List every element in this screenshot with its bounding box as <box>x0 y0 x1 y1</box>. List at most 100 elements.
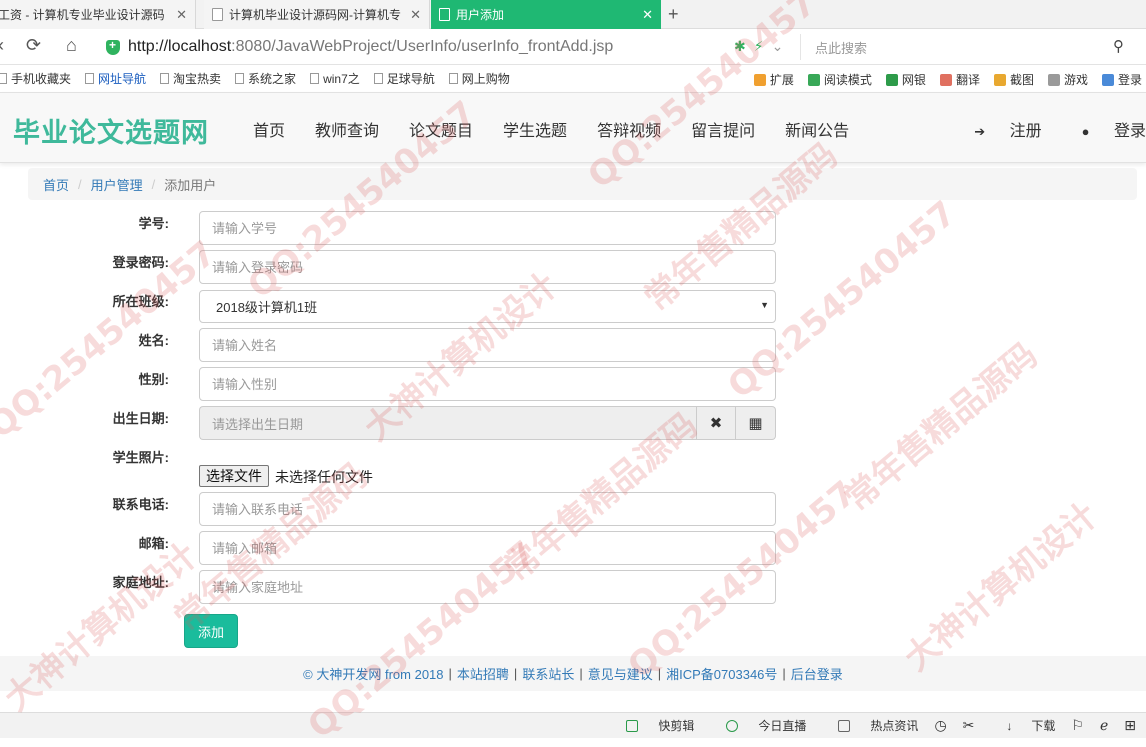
clear-date-button[interactable]: ✖ <box>696 406 736 440</box>
bookmark-item[interactable]: 网址导航 <box>85 70 146 87</box>
footer-icp[interactable]: 湘ICP备0703346号 <box>666 664 777 683</box>
nav-account: ➔ 注册 ● 登录 <box>934 117 1146 141</box>
tab-title: 计算机毕业设计源码网-计算机专 <box>229 8 401 22</box>
site-brand[interactable]: 毕业论文选题网 <box>13 111 209 150</box>
class-select[interactable]: 2018级计算机1班 ▼ <box>199 290 776 323</box>
zoom-icon[interactable]: ⊞ <box>1124 717 1136 734</box>
browser-tab[interactable]: 工资 - 计算机专业毕业设计源码 ✕ <box>0 0 196 29</box>
flag-icon[interactable]: ⚐ <box>1071 717 1084 734</box>
login-link[interactable]: ● 登录 <box>1062 117 1146 141</box>
menu-item-selection[interactable]: 学生选题 <box>503 117 567 141</box>
close-icon[interactable]: ✕ <box>170 7 187 23</box>
home-icon[interactable]: ⌂ <box>66 35 77 56</box>
choose-file-button[interactable]: 选择文件 <box>199 465 269 487</box>
menu-item-topics[interactable]: 论文题目 <box>409 117 473 141</box>
search-icon[interactable]: ⚲ <box>1113 37 1124 55</box>
phone-input[interactable] <box>199 492 776 526</box>
refresh-icon[interactable]: ⟳ <box>26 35 41 56</box>
live-button[interactable]: 今日直播 <box>710 717 806 734</box>
new-tab-icon[interactable]: + <box>668 4 679 25</box>
screenshot-button[interactable]: 截图 <box>993 71 1034 88</box>
breadcrumb: 首页 / 用户管理 / 添加用户 <box>28 168 1137 200</box>
history-icon[interactable]: ◷ <box>934 717 946 734</box>
footer-link-admin[interactable]: 后台登录 <box>791 664 843 683</box>
security-shield-icon <box>106 38 120 55</box>
settings-icon[interactable]: ✂ <box>963 717 975 734</box>
url-field[interactable]: http://localhost:8080/JavaWebProject/Use… <box>106 34 806 60</box>
browser-tab-active[interactable]: 用户添加 ✕ <box>431 0 661 29</box>
menu-item-news[interactable]: 新闻公告 <box>785 117 849 141</box>
name-input[interactable] <box>199 328 776 362</box>
menu-item-messages[interactable]: 留言提问 <box>691 117 755 141</box>
download-icon: ↓ <box>1006 718 1013 733</box>
address-bar: ‹ ⟳ ⌂ http://localhost:8080/JavaWebProje… <box>0 29 1146 65</box>
watermark-text: 常年售精品源码 <box>837 335 1046 519</box>
password-label: 登录密码: <box>112 255 169 270</box>
browser-tab-bar: 工资 - 计算机专业毕业设计源码 ✕ 计算机毕业设计源码网-计算机专 ✕ 用户添… <box>0 0 1146 29</box>
page-icon <box>212 8 223 21</box>
quick-clip-button[interactable]: 快剪辑 <box>610 717 694 734</box>
extensions-button[interactable]: 扩展 <box>753 71 794 88</box>
address-label: 家庭地址: <box>112 575 169 590</box>
site-footer: © 大神开发网 from 2018 | 本站招聘 | 联系站长 | 意见与建议 | 湘I… <box>0 656 1146 691</box>
bookmark-icon <box>373 73 383 84</box>
add-button[interactable]: 添加 <box>184 614 238 648</box>
class-selected-value: 2018级计算机1班 <box>216 300 318 315</box>
bank-button[interactable]: 网银 <box>885 71 926 88</box>
gender-input[interactable] <box>199 367 776 401</box>
student-no-input[interactable] <box>199 211 776 245</box>
browser-login-button[interactable]: 登录 <box>1101 71 1142 88</box>
footer-link-contact[interactable]: 联系站长 <box>522 664 574 683</box>
reading-mode-button[interactable]: 阅读模式 <box>807 71 872 88</box>
ie-icon[interactable]: ℯ <box>1100 717 1108 734</box>
breadcrumb-separator: / <box>151 176 156 192</box>
tab-title: 工资 - 计算机专业毕业设计源码 <box>0 8 165 22</box>
close-icon[interactable]: ✕ <box>404 7 421 23</box>
bookmark-item[interactable]: 足球导航 <box>373 70 435 87</box>
search-input[interactable]: 点此搜索 ⚲ <box>800 34 1130 60</box>
footer-link-feedback[interactable]: 意见与建议 <box>588 664 653 683</box>
bookmark-item[interactable]: win7之 <box>310 70 360 87</box>
scissors-icon <box>993 73 1006 86</box>
sign-in-icon: ➔ <box>974 124 986 139</box>
register-link[interactable]: ➔ 注册 <box>954 117 1041 141</box>
menu-item-teachers[interactable]: 教师查询 <box>315 117 379 141</box>
email-input[interactable] <box>199 531 776 565</box>
close-icon[interactable]: ✕ <box>636 7 653 23</box>
bookmark-item[interactable]: 网上购物 <box>448 70 510 87</box>
password-input[interactable] <box>199 250 776 284</box>
breadcrumb-separator: / <box>78 176 82 192</box>
download-button[interactable]: ↓ 下载 <box>990 717 1055 734</box>
breadcrumb-section[interactable]: 用户管理 <box>91 175 143 194</box>
breadcrumb-home[interactable]: 首页 <box>43 175 69 194</box>
lightning-icon[interactable]: ⚡ <box>754 38 764 55</box>
bank-icon <box>885 73 898 86</box>
hot-news-button[interactable]: 热点资讯 <box>822 717 918 734</box>
video-icon <box>626 719 639 732</box>
url-actions: ✱ ⚡ ⌄ <box>734 38 783 55</box>
dropdown-caret-icon: ▼ <box>760 300 769 310</box>
back-icon[interactable]: ‹ <box>0 35 4 56</box>
menu-item-videos[interactable]: 答辩视频 <box>597 117 661 141</box>
main-menu: 首页 教师查询 论文题目 学生选题 答辩视频 留言提问 新闻公告 <box>253 117 879 141</box>
translate-button[interactable]: 翻译 <box>939 71 980 88</box>
speedup-icon[interactable]: ✱ <box>734 38 746 55</box>
page-icon <box>439 8 450 21</box>
breadcrumb-current: 添加用户 <box>164 177 217 193</box>
calendar-button[interactable]: ▦ <box>736 406 776 440</box>
search-placeholder: 点此搜索 <box>815 40 868 56</box>
browser-tab[interactable]: 计算机毕业设计源码网-计算机专 ✕ <box>204 0 430 29</box>
browser-status-bar: 快剪辑 今日直播 热点资讯 ◷ ✂ ↓ 下载 ⚐ ℯ ⊞ <box>0 712 1146 738</box>
bookmark-item[interactable]: 系统之家 <box>235 70 296 87</box>
birthday-input[interactable]: 请选择出生日期 <box>199 406 696 440</box>
bookmark-icon <box>160 73 170 84</box>
email-label: 邮箱: <box>138 536 169 551</box>
site-navbar: 毕业论文选题网 首页 教师查询 论文题目 学生选题 答辩视频 留言提问 新闻公告… <box>0 93 1146 163</box>
footer-link-jobs[interactable]: 本站招聘 <box>457 664 509 683</box>
address-input[interactable] <box>199 570 776 604</box>
games-button[interactable]: 游戏 <box>1047 71 1088 88</box>
chevron-down-icon[interactable]: ⌄ <box>772 38 784 55</box>
bookmark-item[interactable]: 淘宝热卖 <box>160 70 221 87</box>
menu-item-home[interactable]: 首页 <box>253 117 285 141</box>
bookmark-item[interactable]: 手机收藏夹 <box>0 70 71 87</box>
